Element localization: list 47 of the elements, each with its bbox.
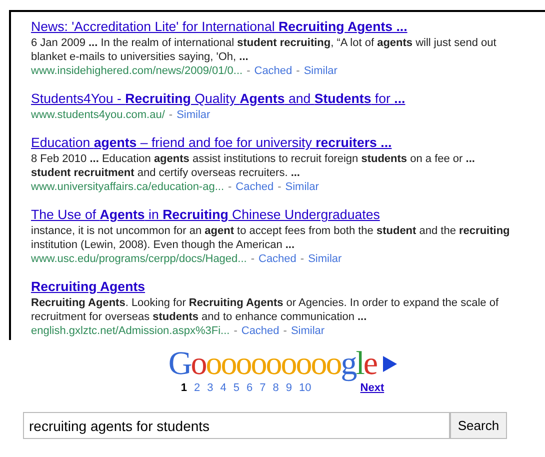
result-snippet: 8 Feb 2010 ... Education agents assist institutions to recruit foreign students on a fee or ... student recruitment and certify overseas recruiters. ... [31,152,476,180]
result-link[interactable]: Cached [254,64,292,79]
separator-dash: - [234,324,238,339]
page-link[interactable]: 7 [260,382,266,394]
search-field[interactable]: recruiting agents for students [23,412,450,439]
result-title[interactable]: Recruiting Agents [31,279,146,294]
next-arrow-icon[interactable] [382,356,397,372]
page-link[interactable]: 1 [180,382,188,394]
page-link[interactable]: 4 [220,382,226,394]
separator-dash: - [246,64,250,79]
separator-dash: - [228,180,232,195]
result-link[interactable]: Cached [241,324,280,339]
page-link[interactable]: 3 [207,382,214,394]
separator-dash: - [296,64,300,79]
page-link[interactable]: 10 [299,382,312,394]
result-snippet: Recruiting Agents. Looking for Recruiting Agents or Agencies. In order to expand the scale of recruitment for overseas students and to enhance communication ... [31,296,500,324]
pager-logo: Goooooooooogle [168,348,377,380]
page-link[interactable]: 6 [246,382,253,394]
search-button[interactable]: Search [450,412,507,439]
result-url: www.usc.edu/programs/cerpp/docs/Haged... [31,252,247,267]
separator-dash: - [300,252,304,267]
result-snippet: 6 Jan 2009 ... In the realm of international student recruiting, “A lot of agents will just send out blanket e-mails to universities saying, 'Oh, ... [31,36,498,64]
result-link[interactable]: Similar [308,252,342,267]
page-link[interactable]: 2 [194,382,200,394]
result-url: english.gxlztc.net/Admission.aspx%3Fi... [31,324,230,339]
separator-dash: - [168,108,173,123]
page-link[interactable]: 9 [286,382,292,394]
result-title[interactable]: Education agents – friend and foe for university recruiters ... [31,135,392,150]
separator-dash: - [283,324,287,339]
result-title[interactable]: The Use of Agents in Recruiting Chinese Undergraduates [31,207,380,222]
separator-dash: - [278,180,282,195]
result-link[interactable]: Cached [258,252,296,267]
result-url: www.insidehighered.com/news/2009/01/0... [31,64,243,79]
result-link[interactable]: Similar [285,180,319,195]
result-link[interactable]: Cached [236,180,274,195]
result-title[interactable]: News: 'Accreditation Lite' for International Recruiting Agents ... [31,19,408,34]
result-snippet: instance, it is not uncommon for an agent to accept fees from both the student and the recruiting institution (Lewin, 2008). Even though the American ... [31,224,511,252]
separator-dash: - [250,252,254,267]
page-link[interactable]: 5 [233,382,240,394]
result-link[interactable]: Similar [290,324,325,339]
page-link[interactable]: 8 [272,382,279,394]
result-title[interactable]: Students4You - Recruiting Quality Agents and Students for ... [31,91,406,106]
result-url: www.students4you.com.au/ [31,108,165,123]
result-link[interactable]: Similar [304,64,338,79]
result-url: www.universityaffairs.ca/education-ag... [31,180,224,195]
result-link[interactable]: Similar [176,108,210,123]
next-link[interactable]: Next [360,382,384,394]
